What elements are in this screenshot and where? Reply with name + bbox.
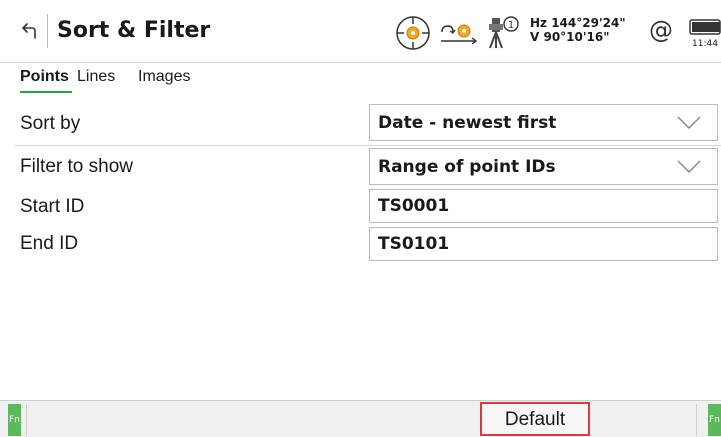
back-icon[interactable]	[18, 20, 40, 42]
v-angle: V 90°10'16"	[530, 30, 610, 44]
filter-dropdown[interactable]: Range of point IDs	[369, 148, 718, 185]
target-icon[interactable]	[395, 15, 431, 51]
sort-by-value: Date - newest first	[378, 112, 557, 133]
fn-button-left[interactable]: Fn	[8, 404, 21, 436]
default-button[interactable]: Default	[480, 402, 590, 436]
tab-lines[interactable]: Lines	[77, 68, 115, 86]
bottom-bar	[0, 400, 721, 437]
start-id-label: Start ID	[20, 196, 85, 217]
end-id-input[interactable]: TS0101	[369, 227, 718, 261]
bottom-divider	[26, 404, 27, 436]
battery-icon[interactable]	[689, 19, 721, 35]
section-divider	[14, 145, 721, 146]
filter-value: Range of point IDs	[378, 156, 556, 177]
chevron-down-icon	[677, 115, 701, 129]
at-icon[interactable]: @	[649, 16, 673, 44]
page-title: Sort & Filter	[57, 18, 211, 43]
top-bar: Sort & Filter 1 Hz 144°29'24" V 90°10'16…	[0, 0, 721, 63]
prism-icon[interactable]	[440, 22, 478, 44]
hz-angle: Hz 144°29'24"	[530, 16, 626, 30]
fn-button-right[interactable]: Fn	[708, 404, 721, 436]
clock: 11:44	[692, 39, 718, 49]
tab-images[interactable]: Images	[138, 68, 190, 86]
sort-by-dropdown[interactable]: Date - newest first	[369, 104, 718, 141]
tab-points[interactable]: Points	[20, 68, 69, 86]
start-id-input[interactable]: TS0001	[369, 189, 718, 223]
start-id-value: TS0001	[378, 196, 450, 216]
angle-readout: Hz 144°29'24" V 90°10'16"	[530, 16, 626, 44]
end-id-label: End ID	[20, 233, 79, 254]
filter-label: Filter to show	[20, 156, 133, 177]
instrument-number: 1	[508, 20, 514, 31]
end-id-value: TS0101	[378, 234, 450, 254]
header-divider	[47, 14, 48, 48]
active-tab-indicator	[20, 91, 72, 93]
bottom-divider	[696, 404, 697, 436]
sort-by-label: Sort by	[20, 113, 81, 134]
instrument-icon[interactable]: 1	[486, 14, 520, 50]
chevron-down-icon	[677, 159, 701, 173]
